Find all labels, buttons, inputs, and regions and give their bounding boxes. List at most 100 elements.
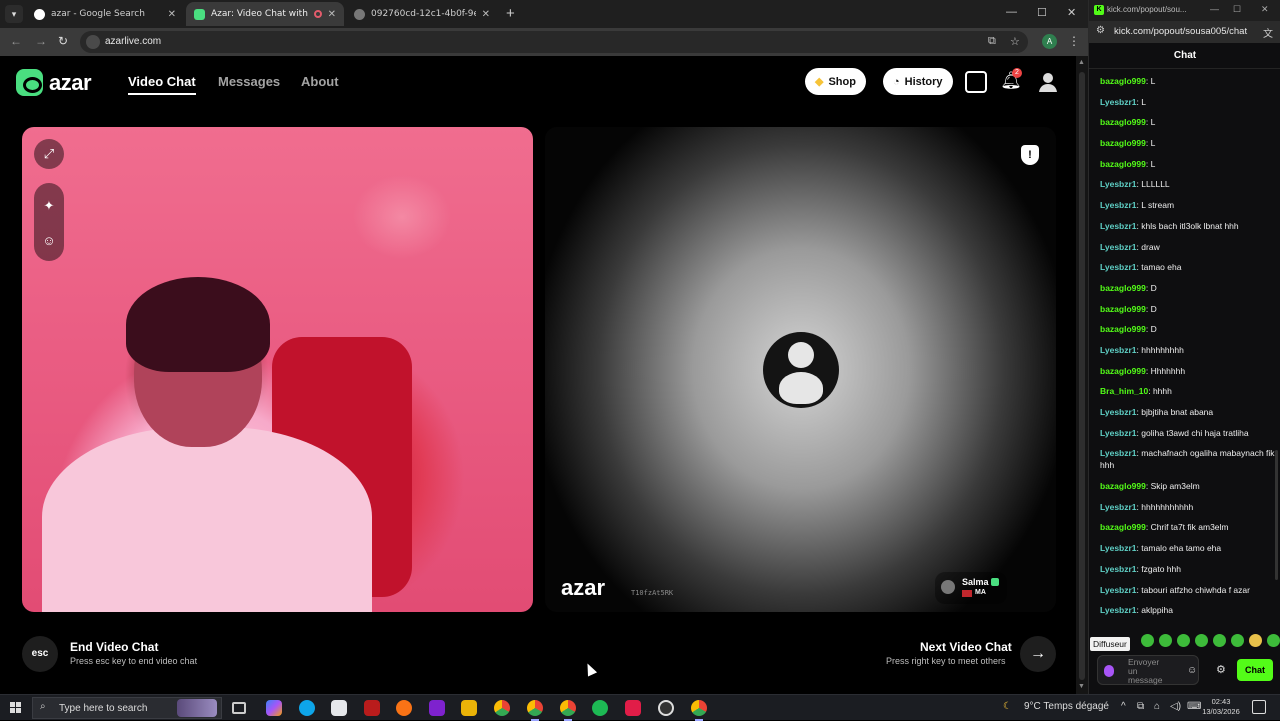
next-arrow-button[interactable]: → [1020, 636, 1056, 672]
tray-app-icon[interactable]: ⧉ [1137, 701, 1144, 712]
chat-username[interactable]: bazaglo999 [1100, 522, 1146, 532]
history-button[interactable]: ◔ History [883, 68, 953, 95]
chat-username[interactable]: Lyesbzr1 [1100, 543, 1137, 553]
browser-menu-icon[interactable]: ⋮ [1068, 34, 1080, 48]
chat-username[interactable]: Lyesbzr1 [1100, 221, 1137, 231]
sticker-icon[interactable]: ☺ [34, 226, 64, 256]
nav-video-chat[interactable]: Video Chat [128, 74, 196, 95]
close-window-icon[interactable]: ✕ [1261, 4, 1269, 15]
bookmark-star-icon[interactable]: ☆ [1010, 35, 1020, 48]
chat-username[interactable]: Bra_him_10 [1100, 386, 1148, 396]
chat-username[interactable]: Lyesbzr1 [1100, 564, 1137, 574]
chat-username[interactable]: Lyesbzr1 [1100, 345, 1137, 355]
chat-username[interactable]: Lyesbzr1 [1100, 605, 1137, 615]
esc-key-button[interactable]: esc [22, 636, 58, 672]
send-chat-button[interactable]: Chat [1237, 659, 1273, 681]
inbox-icon[interactable] [965, 71, 987, 93]
close-icon[interactable]: ✕ [482, 9, 490, 20]
profile-avatar[interactable]: A [1042, 34, 1057, 49]
chat-username[interactable]: Lyesbzr1 [1100, 179, 1137, 189]
expand-icon[interactable]: ⤢ [34, 139, 64, 169]
address-bar[interactable]: azarlive.com ⧉ ☆ [80, 31, 1028, 53]
forward-icon[interactable]: → [35, 34, 47, 48]
chat-username[interactable]: Lyesbzr1 [1100, 200, 1137, 210]
tab-uuid[interactable]: 092760cd-12c1-4b0f-9eab-970 ✕ [346, 2, 498, 26]
emote-icon[interactable] [1249, 634, 1262, 647]
store-icon[interactable] [331, 700, 347, 716]
chrome-active-icon[interactable] [691, 700, 707, 721]
chrome-profile-icon[interactable] [527, 700, 543, 721]
chat-username[interactable]: Lyesbzr1 [1100, 502, 1137, 512]
chat-username[interactable]: bazaglo999 [1100, 304, 1146, 314]
chat-username[interactable]: bazaglo999 [1100, 138, 1146, 148]
chat-username[interactable]: Lyesbzr1 [1100, 242, 1137, 252]
minimize-icon[interactable]: — [1210, 4, 1219, 14]
chat-username[interactable]: bazaglo999 [1100, 283, 1146, 293]
weather-text[interactable]: 9°C Temps dégagé [1024, 701, 1109, 712]
windows-start-icon[interactable] [10, 702, 22, 714]
peer-profile-tag[interactable]: Salma MA [935, 572, 1007, 604]
tab-search-button[interactable]: ▾ [5, 5, 23, 23]
firefox-icon[interactable] [396, 700, 412, 716]
report-shield-icon[interactable]: ! [1021, 145, 1039, 165]
user-avatar-icon[interactable] [1037, 71, 1059, 93]
emoji-icon[interactable]: ☺ [1187, 665, 1197, 676]
chat-username[interactable]: bazaglo999 [1100, 324, 1146, 334]
minimize-icon[interactable]: — [1006, 6, 1017, 18]
chat-username[interactable]: bazaglo999 [1100, 481, 1146, 491]
tab-google-search[interactable]: azar - Google Search ✕ [26, 2, 184, 26]
spotify-icon[interactable] [592, 700, 608, 716]
task-view-icon[interactable] [232, 702, 246, 714]
site-settings-icon[interactable]: ⚙ [1096, 25, 1105, 36]
edge-icon[interactable] [299, 700, 315, 716]
chat-username[interactable]: Lyesbzr1 [1100, 585, 1137, 595]
chat-username[interactable]: bazaglo999 [1100, 76, 1146, 86]
chat-username[interactable]: bazaglo999 [1100, 117, 1146, 127]
emote-icon[interactable] [1195, 634, 1208, 647]
maximize-icon[interactable]: ☐ [1037, 6, 1047, 19]
chat-settings-icon[interactable]: ⚙ [1216, 663, 1226, 676]
nav-about[interactable]: About [301, 74, 339, 89]
taskbar-search-box[interactable]: ⌕ Type here to search [32, 697, 222, 719]
magic-wand-icon[interactable]: ✦ [34, 191, 64, 221]
site-info-icon[interactable] [86, 35, 100, 49]
install-app-icon[interactable]: ⧉ [988, 35, 996, 48]
chrome-profile-icon[interactable] [560, 700, 576, 721]
tray-expand-icon[interactable]: ^ [1121, 701, 1126, 712]
chat-username[interactable]: Lyesbzr1 [1100, 428, 1137, 438]
close-icon[interactable]: ✕ [168, 9, 176, 20]
chat-username[interactable]: Lyesbzr1 [1100, 262, 1137, 272]
taskbar-clock[interactable]: 02:43 13/03/2026 [1198, 697, 1244, 717]
tab-azar[interactable]: Azar: Video Chat with New ✕ [186, 2, 344, 26]
microphone-icon[interactable] [1104, 665, 1114, 677]
close-icon[interactable]: ✕ [328, 9, 336, 20]
network-icon[interactable]: ⌂ [1154, 701, 1160, 712]
emote-icon[interactable] [1159, 634, 1172, 647]
chat-username[interactable]: bazaglo999 [1100, 159, 1146, 169]
emote-icon[interactable] [1267, 634, 1280, 647]
copilot-icon[interactable] [266, 700, 282, 716]
shop-button[interactable]: ◆ Shop [805, 68, 866, 95]
page-scrollbar[interactable]: ▲ ▼ [1076, 56, 1088, 694]
close-window-icon[interactable]: ✕ [1067, 6, 1076, 19]
file-explorer-icon[interactable] [461, 700, 477, 716]
chat-username[interactable]: Lyesbzr1 [1100, 448, 1137, 458]
obs-icon[interactable] [658, 700, 674, 716]
chat-username[interactable]: Lyesbzr1 [1100, 407, 1137, 417]
capcut-icon[interactable] [625, 700, 641, 716]
chrome-icon[interactable] [494, 700, 510, 716]
back-icon[interactable]: ← [10, 34, 22, 48]
netflix-icon[interactable] [364, 700, 380, 716]
emote-icon[interactable] [1177, 634, 1190, 647]
chat-message-input[interactable]: Envoyer un message ☺ [1097, 655, 1199, 685]
emote-icon[interactable] [1231, 634, 1244, 647]
volume-icon[interactable]: ◁) [1170, 701, 1181, 712]
reload-icon[interactable]: ↻ [58, 34, 68, 48]
emote-icon[interactable] [1213, 634, 1226, 647]
chat-username[interactable]: Lyesbzr1 [1100, 97, 1137, 107]
new-tab-button[interactable]: + [506, 5, 515, 22]
chat-scrollbar[interactable] [1275, 450, 1278, 580]
video-editor-icon[interactable] [429, 700, 445, 716]
kick-address-bar[interactable]: ⚙ kick.com/popout/sousa005/chat 文 [1089, 21, 1280, 43]
maximize-icon[interactable]: ☐ [1233, 4, 1241, 15]
